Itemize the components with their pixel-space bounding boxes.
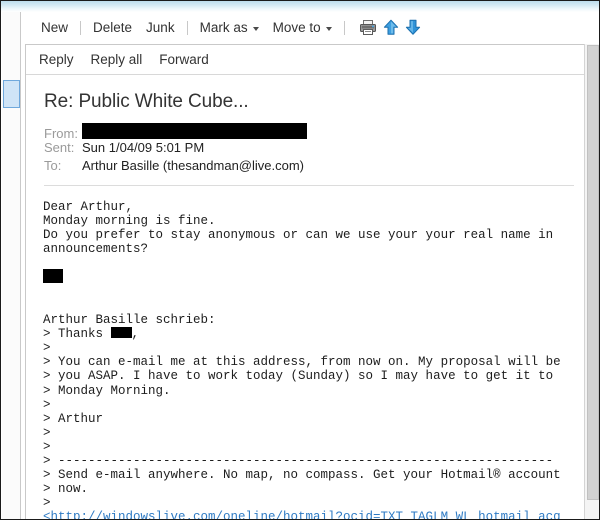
mark-as-button-label: Mark as <box>199 20 248 35</box>
message-body-text: Dear Arthur, Monday morning is fine. Do … <box>43 200 561 519</box>
from-row: From: <box>44 122 595 141</box>
forward-button[interactable]: Forward <box>159 52 209 67</box>
printer-icon[interactable] <box>356 12 380 43</box>
reply-button[interactable]: Reply <box>39 52 74 67</box>
new-button-label: New <box>41 20 69 35</box>
window-top-gradient <box>1 1 599 12</box>
junk-button-label: Junk <box>146 20 175 35</box>
from-redaction-bar <box>82 123 307 139</box>
mark-as-button[interactable]: Mark as <box>193 12 266 43</box>
delete-button-label: Delete <box>93 20 133 35</box>
reply-all-button[interactable]: Reply all <box>91 52 143 67</box>
sent-value: Sun 1/04/09 5:01 PM <box>82 140 205 155</box>
chevron-down-icon <box>325 26 332 31</box>
hotmail-promo-link[interactable]: <http://windowslive.com/oneline/hotmail?… <box>43 510 561 519</box>
signature-redaction-bar <box>43 269 63 284</box>
new-button[interactable]: New <box>34 12 75 43</box>
toolbar-separator <box>343 20 345 35</box>
toolbar-separator <box>80 20 82 35</box>
arrow-down-icon[interactable] <box>402 12 424 43</box>
message-header: Re: Public White Cube... From: Sent: Sun… <box>26 75 595 176</box>
vertical-scrollbar[interactable] <box>584 44 599 519</box>
main-column: New Delete Junk Mark as Move to Reply Reply … <box>21 12 599 519</box>
arrow-up-icon[interactable] <box>380 12 402 43</box>
sent-row: Sent: Sun 1/04/09 5:01 PM <box>44 140 595 158</box>
from-label: From: <box>44 126 78 141</box>
left-rail <box>2 12 21 519</box>
command-toolbar: New Delete Junk Mark as Move to <box>21 12 599 43</box>
to-value: Arthur Basille (thesandman@live.com) <box>82 158 305 173</box>
message-subject: Re: Public White Cube... <box>44 91 249 112</box>
message-body-area: Dear Arthur, Monday morning is fine. Do … <box>26 200 595 519</box>
to-label: To: <box>44 158 62 173</box>
delete-button[interactable]: Delete <box>86 12 139 43</box>
sent-label: Sent: <box>44 140 75 155</box>
reading-pane: Reply Reply all Forward Re: Public White… <box>25 44 595 519</box>
to-row: To: Arthur Basille (thesandman@live.com) <box>44 158 595 176</box>
move-to-button[interactable]: Move to <box>266 12 339 43</box>
header-divider <box>44 185 574 186</box>
email-reading-pane-window: New Delete Junk Mark as Move to Reply Reply … <box>0 0 600 520</box>
junk-button[interactable]: Junk <box>139 12 182 43</box>
toolbar-separator <box>186 20 188 35</box>
thanks-redaction-bar <box>110 327 132 339</box>
move-to-button-label: Move to <box>272 20 321 35</box>
reply-toolbar: Reply Reply all Forward <box>26 45 595 75</box>
vertical-scrollbar-thumb[interactable] <box>587 45 599 500</box>
rail-selected-item[interactable] <box>3 80 20 108</box>
chevron-down-icon <box>252 26 259 31</box>
